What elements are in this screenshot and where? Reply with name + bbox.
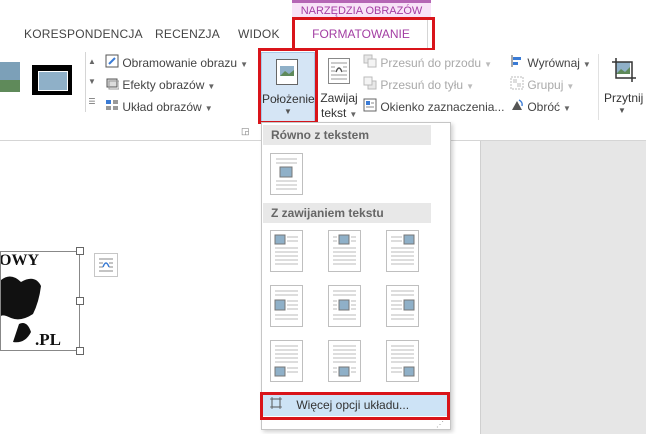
section-header-wrap: Z zawijaniem tekstu (263, 203, 431, 223)
resize-handle[interactable] (76, 347, 84, 355)
wrap-text-icon (328, 58, 350, 87)
rotate-icon (510, 98, 524, 118)
wyrownaj-button[interactable]: Wyrównaj ▼ (510, 53, 591, 73)
tab-recenzja[interactable]: RECENZJA (155, 22, 220, 46)
zawijaj-tekst-button[interactable]: Zawijaj tekst ▼ (319, 52, 359, 122)
position-top-left-option[interactable] (270, 230, 303, 272)
dialog-launcher-icon[interactable]: ◲ (241, 126, 250, 137)
uklad-obrazow-button[interactable]: Układ obrazów ▼ (105, 97, 213, 117)
section-header-inline: Równo z tekstem (263, 125, 431, 145)
effects-icon (105, 76, 120, 96)
polozenie-button[interactable]: Położenie ▼ (261, 52, 315, 122)
layout-icon (105, 98, 119, 118)
przesun-do-tylu-button[interactable]: Przesuń do tyłu ▼ (363, 75, 474, 95)
resize-grip-icon[interactable]: ⋰ (436, 420, 444, 429)
tab-formatowanie[interactable]: FORMATOWANIE (294, 18, 428, 50)
position-inline-option[interactable] (270, 153, 303, 195)
resize-handle[interactable] (76, 247, 84, 255)
pen-icon (105, 54, 119, 74)
gallery-scroll[interactable]: ▲ ▼ ☰ (85, 52, 98, 112)
efekty-obrazow-button[interactable]: Efekty obrazów ▼ (105, 75, 215, 95)
position-dropdown: Równo z tekstem Z zawijaniem tekstu Więc… (261, 122, 451, 430)
position-top-right-option[interactable] (386, 230, 419, 272)
send-backward-icon (363, 76, 377, 96)
ribbon-tab-bar: NARZĘDZIA OBRAZÓW KORESPONDENCJA RECENZJ… (0, 0, 646, 51)
selection-pane-icon (363, 98, 377, 118)
layout-options-icon (99, 258, 113, 272)
bring-forward-icon (363, 54, 377, 74)
wiecej-opcji-ukladu-item[interactable]: Więcej opcji układu... (263, 394, 449, 416)
position-middle-left-option[interactable] (270, 285, 303, 327)
okienko-zaznaczenia-button[interactable]: Okienko zaznaczenia... (363, 97, 504, 117)
crop-icon (612, 58, 636, 85)
obroc-button[interactable]: Obróć ▼ (510, 97, 571, 117)
more-layout-options-icon (269, 395, 283, 417)
position-middle-right-option[interactable] (386, 285, 419, 327)
resize-handle[interactable] (76, 297, 84, 305)
picture-style-thumb-2[interactable] (32, 65, 72, 95)
align-icon (510, 54, 524, 74)
position-middle-center-option[interactable] (328, 285, 361, 327)
grupuj-button[interactable]: Grupuj ▼ (510, 75, 574, 95)
przytnij-button[interactable]: Przytnij ▼ (604, 52, 646, 122)
obramowanie-obrazu-button[interactable]: Obramowanie obrazu ▼ (105, 53, 248, 73)
tab-korespondencja[interactable]: KORESPONDENCJA (24, 22, 143, 46)
tab-widok[interactable]: WIDOK (238, 22, 280, 46)
group-icon (510, 76, 524, 96)
przesun-do-przodu-button[interactable]: Przesuń do przodu ▼ (363, 53, 492, 73)
selected-image[interactable]: OWY .PL (0, 251, 80, 351)
position-top-center-option[interactable] (328, 230, 361, 272)
picture-style-thumb-1[interactable] (0, 62, 20, 92)
position-bottom-center-option[interactable] (328, 340, 361, 382)
layout-options-button[interactable] (94, 253, 118, 277)
position-bottom-left-option[interactable] (270, 340, 303, 382)
position-bottom-right-option[interactable] (386, 340, 419, 382)
position-icon (276, 59, 298, 88)
picture-tools-context-header: NARZĘDZIA OBRAZÓW (292, 0, 431, 18)
